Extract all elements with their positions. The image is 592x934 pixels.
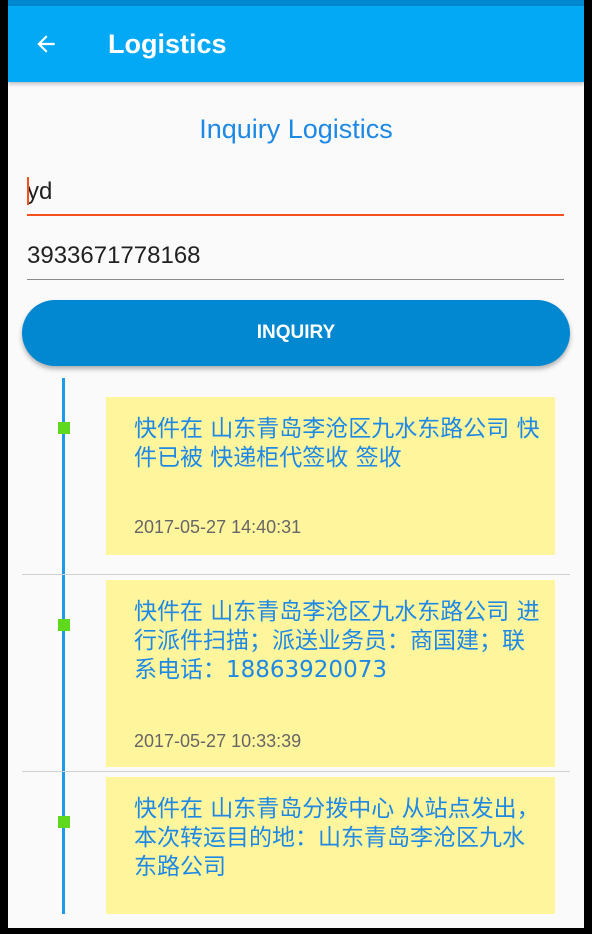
timeline-dot (58, 816, 70, 828)
timeline-card: 快件在 山东青岛李沧区九水东路公司 快件已被 快递柜代签收 签收 2017-05… (106, 397, 555, 555)
timeline-time: 2017-05-27 10:33:39 (134, 731, 302, 751)
inquiry-button[interactable]: INQUIRY (22, 300, 570, 366)
timeline-line (62, 378, 65, 914)
arrow-left-icon (37, 35, 55, 53)
tracking-number-input[interactable] (27, 236, 564, 276)
text-cursor (27, 177, 29, 205)
timeline-card: 快件在 山东青岛分拨中心 从站点发出，本次转运目的地：山东青岛李沧区九水东路公司 (106, 777, 555, 914)
inquiry-heading: Inquiry Logistics (199, 114, 393, 144)
timeline-divider (22, 771, 570, 772)
timeline-dot (58, 422, 70, 434)
tracking-number-field[interactable] (27, 236, 564, 280)
tracking-number-underline (27, 279, 564, 280)
timeline-message: 快件在 山东青岛分拨中心 从站点发出，本次转运目的地：山东青岛李沧区九水东路公司 (134, 796, 540, 880)
company-code-input[interactable] (27, 172, 564, 212)
timeline-time: 2017-05-27 14:40:31 (134, 517, 302, 537)
app-bar-title: Logistics (108, 29, 227, 59)
timeline-card: 快件在 山东青岛李沧区九水东路公司 进行派件扫描；派送业务员：商国建；联系电话：… (106, 580, 555, 767)
company-code-field[interactable] (27, 172, 564, 216)
back-button[interactable] (26, 24, 66, 64)
app-bar: Logistics (8, 6, 584, 82)
timeline-message: 快件在 山东青岛李沧区九水东路公司 快件已被 快递柜代签收 签收 (134, 416, 540, 471)
company-code-underline (27, 214, 564, 216)
timeline-divider (22, 574, 570, 575)
timeline-message: 快件在 山东青岛李沧区九水东路公司 进行派件扫描；派送业务员：商国建；联系电话：… (134, 599, 540, 683)
app-screen: Logistics Inquiry Logistics INQUIRY 快件在 … (8, 0, 584, 928)
timeline-dot (58, 619, 70, 631)
